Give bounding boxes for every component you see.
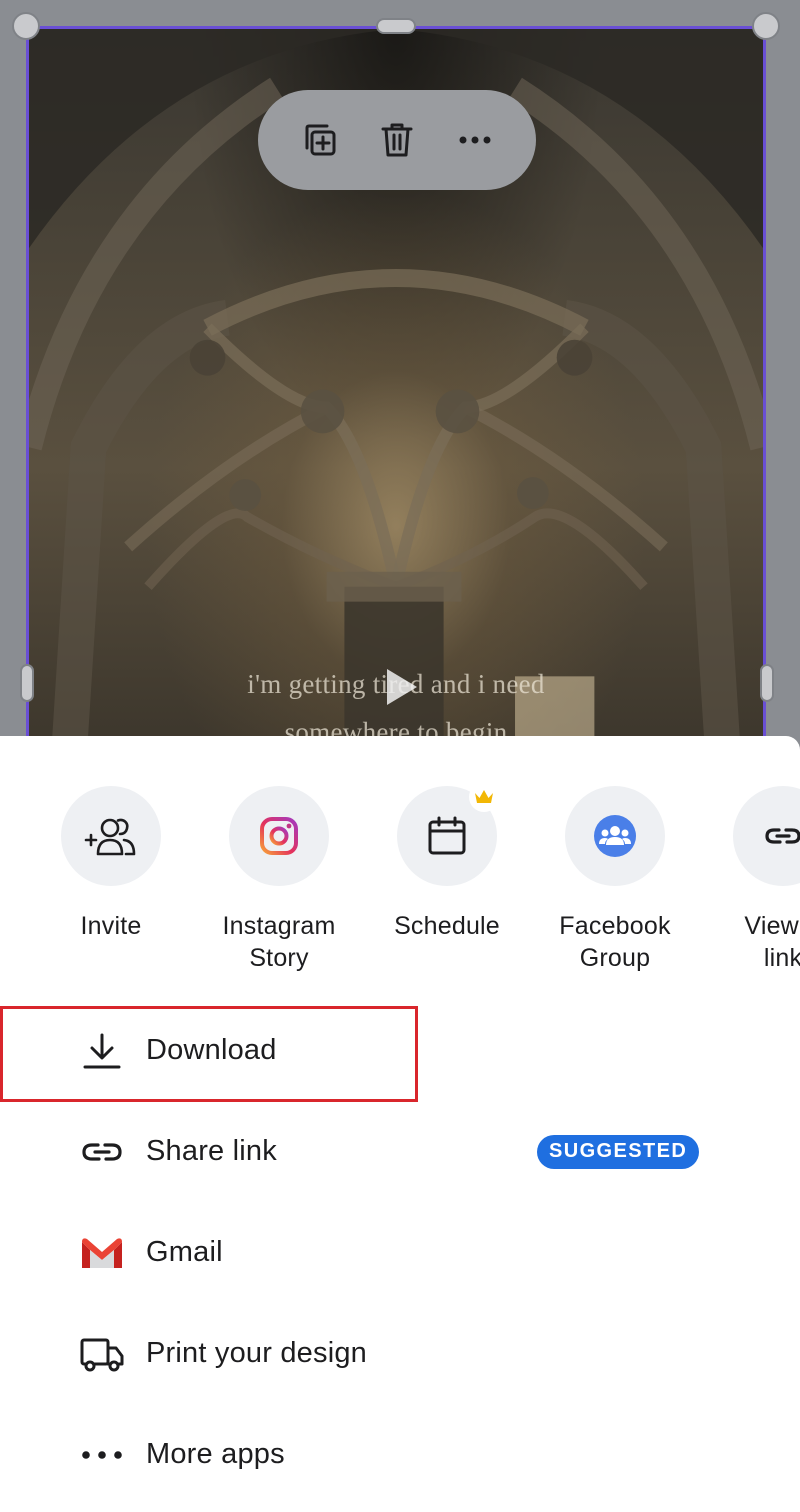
crown-icon (475, 790, 493, 803)
duplicate-button[interactable] (291, 112, 347, 168)
more-horizontal-icon (459, 136, 491, 144)
resize-handle-top-left[interactable] (12, 12, 40, 40)
play-icon[interactable] (381, 665, 421, 709)
link-icon (765, 828, 800, 844)
resize-handle-left[interactable] (20, 664, 34, 702)
share-target-label: Facebook Group (531, 910, 699, 974)
share-target-facebook-group[interactable]: Facebook Group (531, 786, 699, 974)
resize-handle-top[interactable] (376, 18, 416, 34)
share-target-circle (229, 786, 329, 886)
resize-handle-right[interactable] (760, 664, 774, 702)
facebook-group-icon (594, 815, 636, 857)
share-actions-list: Download Share link SUGGESTED Gmail Prin… (0, 1000, 800, 1505)
share-target-label-line-2: Story (249, 944, 309, 972)
element-toolbar (258, 90, 536, 190)
share-target-invite[interactable]: Invite (27, 786, 195, 942)
more-apps-action[interactable]: More apps (0, 1404, 800, 1505)
gmail-action[interactable]: Gmail (0, 1202, 800, 1303)
download-action[interactable]: Download (0, 1000, 800, 1101)
gmail-icon (78, 1229, 126, 1277)
share-target-label: Instagram Story (195, 910, 363, 974)
share-targets-row[interactable]: Invite Instagram Story Schedule Facebook… (0, 786, 800, 986)
download-icon (78, 1027, 126, 1075)
more-apps-label: More apps (146, 1438, 285, 1470)
share-target-label: Schedule (394, 912, 500, 940)
share-target-circle (733, 786, 800, 886)
share-target-schedule[interactable]: Schedule (363, 786, 531, 942)
suggested-badge: SUGGESTED (537, 1134, 700, 1169)
share-target-label-line-2: link (763, 944, 800, 972)
gmail-label: Gmail (146, 1236, 223, 1268)
trash-icon (381, 123, 413, 157)
print-design-action[interactable]: Print your design (0, 1303, 800, 1404)
delete-button[interactable] (369, 112, 425, 168)
invite-people-icon (84, 818, 136, 856)
share-target-label-line-1: View-o (744, 912, 800, 940)
share-target-label: View-o link (699, 910, 800, 974)
canvas-area: i'm getting tired and i need somewhere t… (0, 0, 800, 760)
share-target-label: Invite (80, 912, 142, 940)
print-design-label: Print your design (146, 1337, 368, 1369)
instagram-icon (260, 817, 298, 855)
share-target-view-only-link[interactable]: View-o link (699, 786, 800, 974)
calendar-icon (428, 816, 466, 855)
share-target-instagram-story[interactable]: Instagram Story (195, 786, 363, 974)
share-target-label-line-1: Facebook (559, 912, 671, 940)
truck-icon (78, 1330, 126, 1378)
more-horizontal-icon (78, 1431, 126, 1479)
share-link-label: Share link (146, 1135, 277, 1167)
share-target-circle (565, 786, 665, 886)
share-link-action[interactable]: Share link SUGGESTED (0, 1101, 800, 1202)
share-target-label-line-2: Group (579, 944, 651, 972)
share-target-label-line-1: Instagram (222, 912, 336, 940)
share-target-circle (397, 786, 499, 886)
duplicate-icon (305, 124, 336, 156)
share-target-circle (61, 786, 161, 886)
share-sheet: Invite Instagram Story Schedule Facebook… (0, 736, 800, 1512)
more-options-button[interactable] (447, 112, 503, 168)
premium-badge (469, 786, 499, 812)
link-icon (78, 1128, 126, 1176)
resize-handle-top-right[interactable] (752, 12, 780, 40)
download-label: Download (146, 1034, 277, 1066)
